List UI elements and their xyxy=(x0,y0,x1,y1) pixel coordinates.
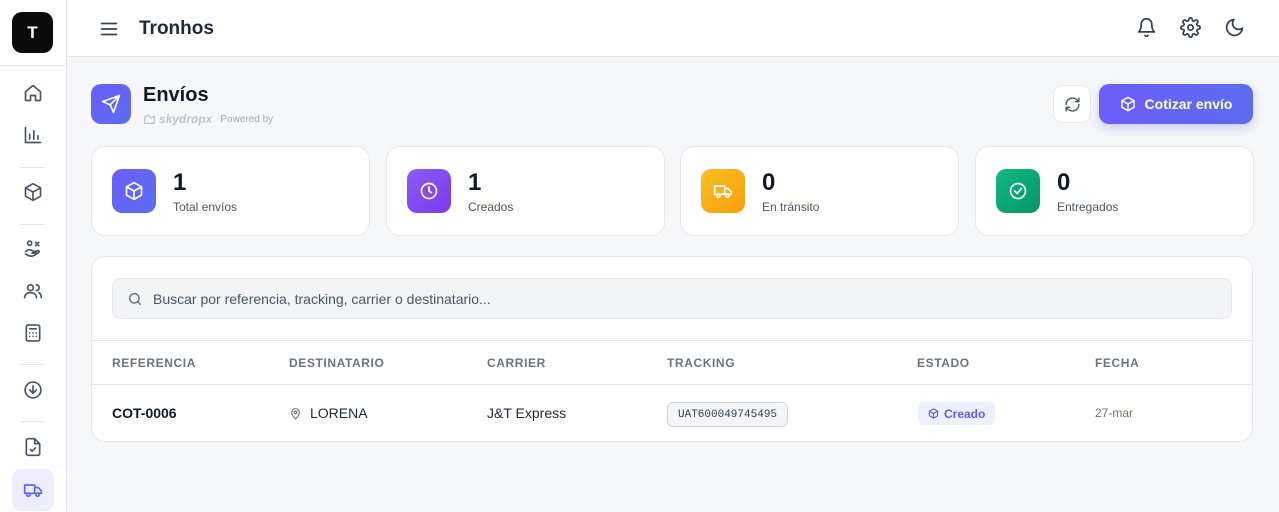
brand-logo[interactable]: T xyxy=(12,12,53,53)
truck-icon xyxy=(713,185,733,199)
column-header-reference[interactable]: REFERENCIA xyxy=(112,356,196,370)
theme-toggle-button[interactable] xyxy=(1224,17,1246,39)
package-icon xyxy=(1120,96,1135,112)
cell-carrier: J&T Express xyxy=(487,405,567,421)
refresh-button[interactable] xyxy=(1053,85,1091,123)
sidebar-item-products[interactable] xyxy=(12,171,54,213)
sidebar-divider xyxy=(21,224,45,225)
sidebar-divider xyxy=(21,421,45,422)
page-header-icon xyxy=(91,84,131,124)
stat-label: Total envíos xyxy=(173,200,238,214)
stat-label: En tránsito xyxy=(762,200,820,214)
package-icon xyxy=(24,182,42,202)
skydropx-logo-text: skydropx xyxy=(159,112,213,126)
stat-card-total: 1 Total envíos xyxy=(91,146,370,236)
sidebar-item-payments[interactable] xyxy=(12,228,54,270)
search-icon xyxy=(128,292,142,306)
status-badge: Creado xyxy=(918,402,996,425)
package-icon xyxy=(125,181,143,201)
page-title: Envíos xyxy=(143,84,209,106)
download-circle-icon xyxy=(24,381,42,399)
sidebar-divider xyxy=(0,65,66,66)
check-circle-icon xyxy=(1009,182,1027,200)
cell-recipient: LORENA xyxy=(289,405,368,421)
quote-shipment-button[interactable]: Cotizar envío xyxy=(1099,84,1253,124)
send-icon xyxy=(101,94,121,114)
settings-button[interactable] xyxy=(1180,17,1202,39)
stat-icon-box xyxy=(407,169,451,213)
moon-icon xyxy=(1225,18,1244,37)
sidebar-item-downloads[interactable] xyxy=(12,369,54,411)
sidebar-item-customers[interactable] xyxy=(12,270,54,312)
stat-value: 0 xyxy=(1057,169,1071,196)
column-header-status[interactable]: ESTADO xyxy=(917,356,970,370)
column-header-date[interactable]: FECHA xyxy=(1095,356,1139,370)
sidebar-item-analytics[interactable] xyxy=(12,114,54,156)
stat-icon-box xyxy=(701,169,745,213)
cloud-icon xyxy=(143,114,156,124)
quote-shipment-label: Cotizar envío xyxy=(1144,96,1233,112)
recipient-name: LORENA xyxy=(310,405,368,421)
cell-reference: COT-0006 xyxy=(112,405,177,421)
app-title: Tronhos xyxy=(139,18,214,39)
column-header-carrier[interactable]: CARRIER xyxy=(487,356,546,370)
table-row[interactable]: COT-0006 LORENA J&T Express UAT600049745… xyxy=(92,385,1252,441)
top-bar: Tronhos xyxy=(67,0,1279,57)
package-icon xyxy=(928,408,939,419)
stat-icon-box xyxy=(996,169,1040,213)
stat-card-in-transit: 0 En tránsito xyxy=(680,146,959,236)
users-icon xyxy=(23,283,43,299)
column-header-tracking[interactable]: TRACKING xyxy=(667,356,735,370)
powered-by: skydropx Powered by xyxy=(143,112,273,126)
home-icon xyxy=(24,84,42,102)
table-header: REFERENCIA DESTINATARIO CARRIER TRACKING… xyxy=(92,340,1252,385)
stat-label: Creados xyxy=(468,200,514,214)
bell-icon xyxy=(1137,17,1156,38)
refresh-icon xyxy=(1064,96,1080,112)
stat-value: 1 xyxy=(173,169,187,196)
search-box xyxy=(112,278,1232,319)
column-header-recipient[interactable]: DESTINATARIO xyxy=(289,356,384,370)
search-input[interactable] xyxy=(153,279,1213,318)
clock-icon xyxy=(420,182,438,200)
cell-date: 27-mar xyxy=(1095,406,1134,420)
stat-value: 1 xyxy=(468,169,482,196)
clipboard-check-icon xyxy=(25,437,41,457)
sidebar-item-home[interactable] xyxy=(12,72,54,114)
stat-icon-box xyxy=(112,169,156,213)
calculator-icon xyxy=(25,324,41,342)
hand-coins-icon xyxy=(24,240,40,257)
shipments-table-card: REFERENCIA DESTINATARIO CARRIER TRACKING… xyxy=(91,256,1253,442)
powered-by-label: Powered by xyxy=(220,113,274,125)
sidebar-item-shipments[interactable] xyxy=(12,469,54,511)
stat-card-delivered: 0 Entregados xyxy=(975,146,1254,236)
sidebar: T xyxy=(0,0,67,512)
status-label: Creado xyxy=(944,406,986,421)
menu-toggle-button[interactable] xyxy=(98,18,120,40)
stat-value: 0 xyxy=(762,169,776,196)
sidebar-divider xyxy=(21,364,45,365)
truck-icon xyxy=(23,484,43,498)
map-pin-icon xyxy=(291,407,300,419)
gear-icon xyxy=(1180,17,1201,38)
stat-label: Entregados xyxy=(1057,200,1119,214)
sidebar-item-tasks[interactable] xyxy=(12,426,54,468)
skydropx-logo: skydropx xyxy=(143,112,212,126)
sidebar-divider xyxy=(21,167,45,168)
hamburger-icon xyxy=(100,22,118,36)
tracking-badge[interactable]: UAT600049745495 xyxy=(667,402,789,427)
stat-card-created: 1 Creados xyxy=(386,146,665,236)
notifications-button[interactable] xyxy=(1136,17,1158,39)
bar-chart-icon xyxy=(24,126,42,144)
sidebar-item-calculator[interactable] xyxy=(12,312,54,354)
